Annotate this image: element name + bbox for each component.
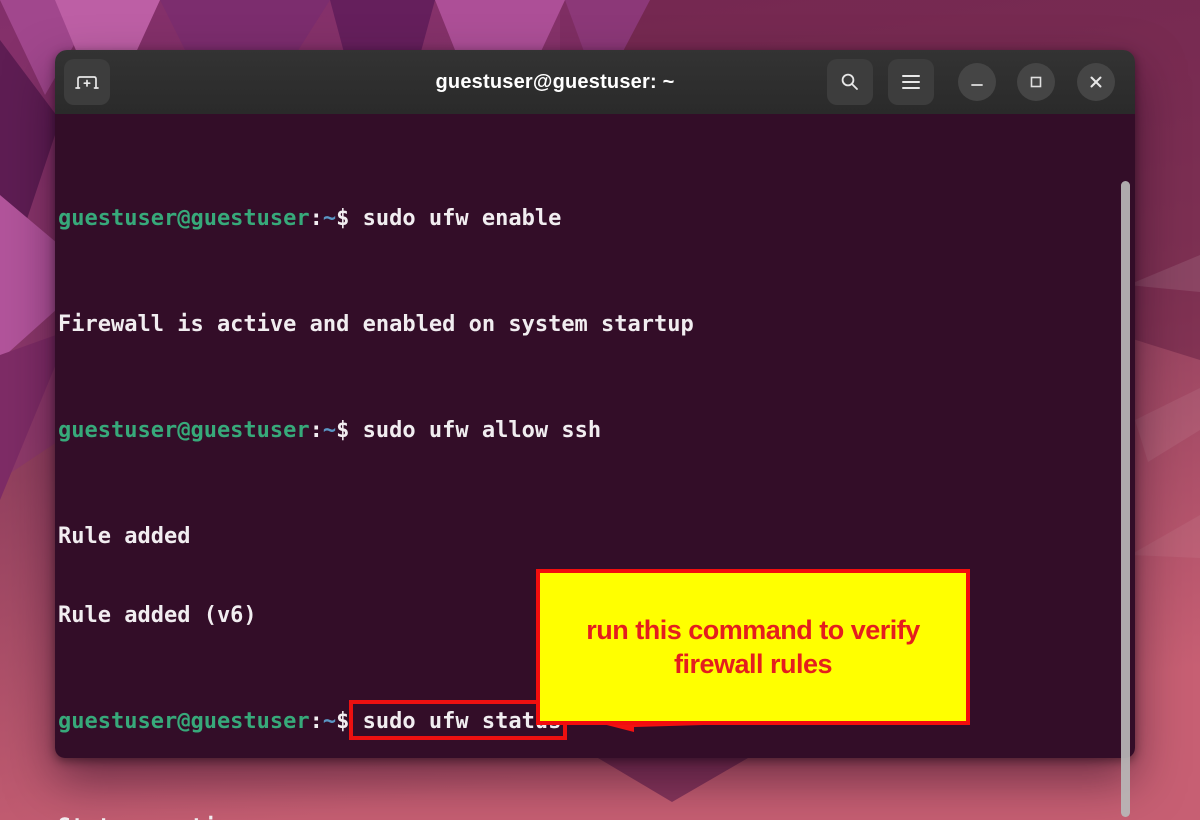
output-line: Status: active [58,815,1119,820]
minimize-icon [970,75,984,89]
output-line: Firewall is active and enabled on system… [58,312,1119,339]
command-text: sudo ufw allow ssh [349,418,601,443]
annotation-note-line2: firewall rules [674,647,832,681]
desktop-wallpaper: guestuser@guestuser: ~ [0,0,1200,820]
command-text: sudo ufw enable [349,206,561,231]
search-button[interactable] [827,59,873,105]
command-text: sudo ufw status [349,709,561,734]
output-line: Rule added [58,524,1119,551]
prompt-line: guestuser@guestuser:~$ sudo ufw enable [58,206,1119,233]
annotation-note-line1: run this command to verify [586,613,920,647]
maximize-button[interactable] [1017,63,1055,101]
terminal-window: guestuser@guestuser: ~ [55,50,1135,758]
close-button[interactable] [1077,63,1115,101]
window-title: guestuser@guestuser: ~ [295,50,815,114]
minimize-button[interactable] [958,63,996,101]
new-tab-button[interactable] [64,59,110,105]
hamburger-menu-icon [902,75,920,89]
new-tab-icon [75,72,99,92]
prompt-line: guestuser@guestuser:~$ sudo ufw allow ss… [58,418,1119,445]
search-icon [839,71,861,93]
terminal-headerbar: guestuser@guestuser: ~ [55,50,1135,115]
scrollbar-thumb[interactable] [1121,181,1130,817]
annotation-note: run this command to verify firewall rule… [536,569,970,725]
maximize-icon [1029,75,1043,89]
close-icon [1089,75,1103,89]
menu-button[interactable] [888,59,934,105]
